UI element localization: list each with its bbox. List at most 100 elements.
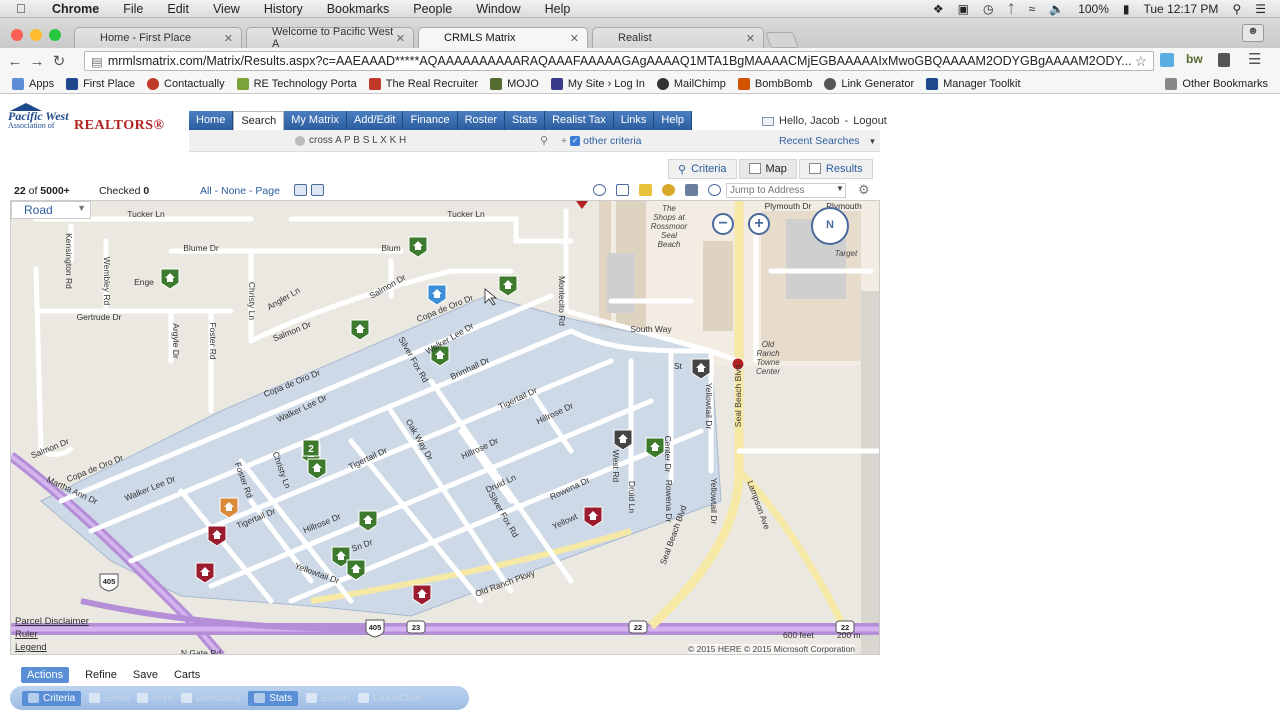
compass-icon[interactable]: N bbox=[811, 207, 849, 245]
bookmark-apps[interactable]: Apps bbox=[12, 77, 54, 90]
back-arrow-icon[interactable]: ← bbox=[4, 53, 26, 70]
tab-close-icon[interactable]: ✕ bbox=[746, 32, 755, 45]
profile-icon[interactable]: ☻ bbox=[1242, 24, 1264, 42]
map-canvas[interactable]: 2 Tucker Ln Tucker Ln Blume Dr Blum Kensingt… bbox=[11, 201, 880, 655]
ruler-link[interactable]: Ruler bbox=[15, 629, 38, 640]
listing-cluster-pin[interactable]: 2 bbox=[302, 439, 320, 457]
nav-realist-tax[interactable]: Realist Tax bbox=[545, 111, 614, 130]
logout-link[interactable]: Logout bbox=[853, 115, 887, 127]
tab-close-icon[interactable]: ✕ bbox=[224, 32, 233, 45]
apple-icon[interactable]:  bbox=[16, 1, 38, 16]
volume-icon[interactable]: 🔈 bbox=[1049, 2, 1064, 16]
draw-rectangle-icon[interactable] bbox=[616, 184, 629, 196]
gear-icon[interactable]: ⚙ bbox=[858, 182, 870, 198]
nav-finance[interactable]: Finance bbox=[403, 111, 458, 130]
bookmark-star-icon[interactable]: ☆ bbox=[1134, 53, 1153, 70]
chevron-down-icon[interactable]: ▼ bbox=[836, 184, 844, 193]
criteria-button[interactable]: Criteria bbox=[22, 690, 82, 706]
selection-links[interactable]: All - None - Page bbox=[200, 185, 280, 197]
address-bar[interactable]: ▤ mrmlsmatrix.com/Matrix/Results.aspx?c=… bbox=[84, 51, 1154, 71]
extension-evernote-icon[interactable] bbox=[1218, 53, 1230, 67]
criteria-summary[interactable]: cross A P B S L X K H bbox=[295, 135, 406, 146]
bookmark-contactually[interactable]: Contactually bbox=[147, 77, 225, 90]
carts-tab[interactable]: Carts bbox=[174, 669, 200, 681]
pacific-west-logo[interactable]: Pacific West Association of REALTORS® bbox=[8, 103, 183, 133]
forward-arrow-icon[interactable]: → bbox=[26, 53, 48, 70]
recent-searches-dropdown[interactable]: Recent Searches ▼ bbox=[779, 135, 876, 147]
menu-window[interactable]: Window bbox=[476, 2, 520, 16]
menu-history[interactable]: History bbox=[264, 2, 303, 16]
zoom-in-button[interactable]: + bbox=[748, 213, 770, 235]
draw-circle-icon[interactable] bbox=[593, 184, 606, 196]
bookmark-re-technology[interactable]: RE Technology Porta bbox=[236, 77, 357, 90]
notification-center-icon[interactable]: ☰ bbox=[1255, 2, 1266, 16]
new-tab-button[interactable] bbox=[765, 32, 799, 48]
bookmark-first-place[interactable]: First Place bbox=[66, 77, 135, 90]
tab-map[interactable]: Map bbox=[738, 159, 797, 179]
bookmark-mojo[interactable]: MOJO bbox=[490, 77, 539, 90]
nav-search[interactable]: Search bbox=[233, 111, 285, 130]
stats-button[interactable]: Stats bbox=[248, 690, 299, 706]
window-minimize-button[interactable] bbox=[30, 29, 42, 41]
time-machine-icon[interactable]: ◷ bbox=[983, 2, 993, 16]
nav-stats[interactable]: Stats bbox=[505, 111, 546, 130]
chrome-menu-icon[interactable]: ☰ bbox=[1248, 50, 1261, 68]
extension-bw-icon[interactable]: bw bbox=[1186, 52, 1203, 66]
extension-icon[interactable] bbox=[1160, 53, 1174, 67]
bookmark-bombbomb[interactable]: BombBomb bbox=[737, 77, 812, 90]
car-commute-icon[interactable] bbox=[685, 184, 698, 196]
nav-add-edit[interactable]: Add/Edit bbox=[346, 111, 404, 130]
parcel-disclaimer-link[interactable]: Parcel Disclaimer bbox=[15, 616, 89, 627]
bookmark-my-site[interactable]: My Site › Log In bbox=[550, 77, 645, 90]
spotlight-icon[interactable]: ⚲ bbox=[1232, 2, 1241, 16]
menu-edit[interactable]: Edit bbox=[167, 2, 189, 16]
export-button[interactable]: Export bbox=[306, 693, 350, 704]
battery-percent[interactable]: 100% bbox=[1078, 2, 1109, 16]
tab-close-icon[interactable]: ✕ bbox=[570, 32, 579, 45]
bookmark-real-recruiter[interactable]: The Real Recruiter bbox=[368, 77, 478, 90]
nav-links[interactable]: Links bbox=[613, 111, 655, 130]
screen-icon[interactable]: ▣ bbox=[958, 2, 969, 16]
nav-home[interactable]: Home bbox=[189, 111, 234, 130]
tab-realist[interactable]: Realist ✕ bbox=[592, 27, 764, 48]
bluetooth-icon[interactable]: ᛏ bbox=[1007, 2, 1014, 16]
print-button[interactable]: Print bbox=[137, 693, 173, 704]
window-close-button[interactable] bbox=[11, 29, 23, 41]
tab-results[interactable]: Results bbox=[798, 159, 873, 179]
bookmark-other[interactable]: Other Bookmarks bbox=[1165, 77, 1268, 90]
save-tab[interactable]: Save bbox=[133, 669, 158, 681]
menu-view[interactable]: View bbox=[213, 2, 240, 16]
nav-roster[interactable]: Roster bbox=[457, 111, 506, 130]
menu-app-name[interactable]: Chrome bbox=[52, 2, 99, 16]
window-zoom-button[interactable] bbox=[49, 29, 61, 41]
page-info-icon[interactable]: ▤ bbox=[91, 54, 103, 69]
crosshair-icon[interactable] bbox=[708, 184, 721, 196]
actions-tab[interactable]: Actions bbox=[21, 667, 70, 683]
zoom-out-button[interactable]: − bbox=[712, 213, 734, 235]
refine-tab[interactable]: Refine bbox=[85, 669, 117, 681]
tab-pacific-west[interactable]: Welcome to Pacific West A ✕ bbox=[246, 26, 414, 50]
dropbox-icon[interactable]: ❖ bbox=[933, 2, 944, 16]
bookmark-mailchimp[interactable]: MailChimp bbox=[656, 77, 726, 90]
map-type-select[interactable]: Road ▼ bbox=[11, 201, 91, 219]
menu-bookmarks[interactable]: Bookmarks bbox=[327, 2, 390, 16]
cloudcma-button[interactable]: CloudCMA bbox=[357, 693, 421, 704]
directions-button[interactable]: Directions bbox=[180, 693, 240, 704]
tag-icon[interactable] bbox=[662, 184, 675, 196]
search-icon[interactable]: ⚲ bbox=[540, 134, 548, 147]
battery-icon[interactable]: ▮ bbox=[1123, 2, 1130, 16]
select-map-icon[interactable] bbox=[294, 184, 307, 196]
menu-file[interactable]: File bbox=[123, 2, 143, 16]
nav-my-matrix[interactable]: My Matrix bbox=[284, 111, 347, 130]
map-view[interactable]: 2 Tucker Ln Tucker Ln Blume Dr Blum Kensingt… bbox=[10, 200, 880, 655]
tab-home-first-place[interactable]: Home - First Place ✕ bbox=[74, 27, 242, 48]
clock[interactable]: Tue 12:17 PM bbox=[1144, 2, 1219, 16]
nav-help[interactable]: Help bbox=[654, 111, 693, 130]
other-criteria-toggle[interactable]: + ✓ other criteria bbox=[561, 135, 642, 147]
menu-help[interactable]: Help bbox=[545, 2, 571, 16]
jump-to-address-input[interactable] bbox=[726, 183, 846, 198]
envelope-icon[interactable] bbox=[762, 116, 774, 126]
email-button[interactable]: Email bbox=[89, 693, 129, 704]
reload-icon[interactable]: ↻ bbox=[48, 52, 70, 70]
wifi-icon[interactable]: ≈ bbox=[1029, 2, 1036, 16]
